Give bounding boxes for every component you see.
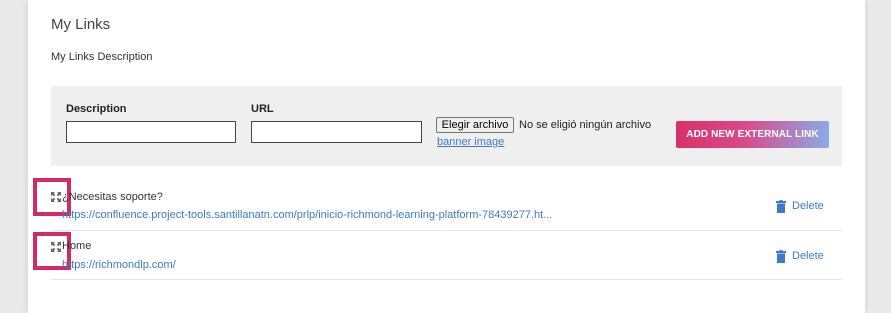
trash-icon[interactable] bbox=[776, 200, 786, 213]
trash-icon[interactable] bbox=[776, 250, 786, 263]
description-input[interactable] bbox=[66, 121, 236, 143]
move-arrows-icon[interactable] bbox=[51, 242, 61, 252]
link-url[interactable]: https://richmondlp.com/ bbox=[62, 259, 176, 271]
my-links-card: My Links My Links Description Descriptio… bbox=[28, 0, 865, 313]
add-link-form: Description URL Elegir archivo No se eli… bbox=[51, 86, 842, 166]
url-label: URL bbox=[251, 103, 274, 115]
delete-link-button[interactable]: Delete bbox=[792, 250, 824, 262]
link-row: Home https://richmondlp.com/ Delete bbox=[33, 231, 842, 280]
link-name: ¿Necesitas soporte? bbox=[62, 191, 163, 203]
section-description: My Links Description bbox=[51, 51, 153, 63]
delete-link-button[interactable]: Delete bbox=[792, 200, 824, 212]
move-arrows-icon[interactable] bbox=[51, 192, 61, 202]
add-external-link-button[interactable]: ADD NEW EXTERNAL LINK bbox=[676, 121, 829, 148]
banner-image-link[interactable]: banner image bbox=[437, 136, 504, 148]
choose-file-button[interactable]: Elegir archivo bbox=[436, 117, 514, 133]
link-name: Home bbox=[62, 240, 92, 252]
description-label: Description bbox=[66, 103, 127, 115]
section-title: My Links bbox=[51, 16, 111, 33]
url-input[interactable] bbox=[251, 121, 422, 143]
link-url[interactable]: https://confluence.project-tools.santill… bbox=[62, 209, 552, 221]
file-status-text: No se eligió ningún archivo bbox=[519, 119, 652, 131]
link-row: ¿Necesitas soporte? https://confluence.p… bbox=[33, 178, 842, 231]
